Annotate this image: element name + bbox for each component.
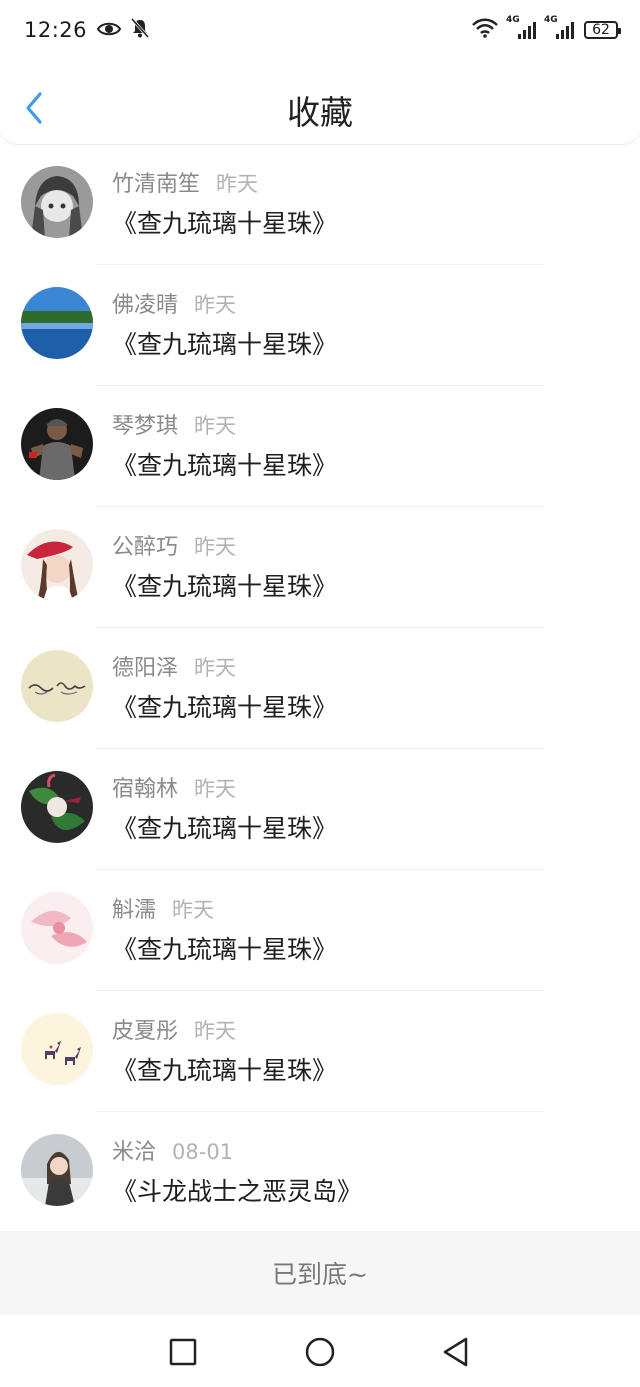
status-bar: 12:26 4G 4G 62 (0, 0, 640, 60)
list-item[interactable]: 德阳泽 昨天 《查九琉璃十星珠》 (0, 628, 640, 749)
book-title: 《查九琉璃十星珠》 (112, 572, 338, 601)
timestamp: 昨天 (194, 1019, 237, 1043)
book-title: 《查九琉璃十星珠》 (112, 330, 338, 359)
list-item[interactable]: 皮夏彤 昨天 《查九琉璃十星珠》 (0, 991, 640, 1112)
mute-bell-icon (130, 17, 150, 43)
battery-level: 62 (592, 22, 610, 38)
avatar[interactable] (21, 1013, 93, 1085)
author-name: 宿翰林 (112, 777, 179, 802)
list-item[interactable]: 宿翰林 昨天 《查九琉璃十星珠》 (0, 749, 640, 870)
timestamp: 昨天 (194, 777, 237, 801)
cell-signal-icon-2: 4G (544, 15, 574, 39)
page-title: 收藏 (287, 93, 353, 132)
square-icon (169, 1338, 197, 1366)
list-item[interactable]: 佛凌晴 昨天 《查九琉璃十星珠》 (0, 265, 640, 386)
author-name: 公醉巧 (112, 535, 179, 560)
book-title: 《查九琉璃十星珠》 (112, 693, 338, 722)
battery-icon: 62 (584, 21, 621, 39)
avatar[interactable] (21, 650, 93, 722)
eye-icon (96, 18, 122, 42)
avatar[interactable] (21, 771, 93, 843)
triangle-back-icon (443, 1337, 468, 1367)
app-header: 收藏 (0, 60, 640, 145)
timestamp: 昨天 (172, 898, 215, 922)
list-item[interactable]: 米洽 08-01 《斗龙战士之恶灵岛》 (0, 1112, 640, 1233)
book-title: 《查九琉璃十星珠》 (112, 1056, 338, 1085)
list-item[interactable]: 竹清南笙 昨天 《查九琉璃十星珠》 (0, 144, 640, 265)
avatar[interactable] (21, 166, 93, 238)
author-name: 佛凌晴 (112, 293, 179, 318)
end-of-list-notice: 已到底~ (0, 1231, 640, 1315)
timestamp: 昨天 (194, 414, 237, 438)
timestamp: 08-01 (172, 1140, 234, 1164)
book-title: 《查九琉璃十星珠》 (112, 209, 338, 238)
book-title: 《查九琉璃十星珠》 (112, 451, 338, 480)
book-title: 《查九琉璃十星珠》 (112, 935, 338, 964)
status-time: 12:26 (24, 18, 88, 42)
list-item[interactable]: 公醉巧 昨天 《查九琉璃十星珠》 (0, 507, 640, 628)
avatar[interactable] (21, 892, 93, 964)
book-title: 《斗龙战士之恶灵岛》 (112, 1177, 363, 1206)
list-item[interactable]: 斛濡 昨天 《查九琉璃十星珠》 (0, 870, 640, 991)
recents-button[interactable] (166, 1335, 200, 1369)
author-name: 竹清南笙 (112, 172, 201, 197)
avatar[interactable] (21, 287, 93, 359)
author-name: 米洽 (112, 1140, 157, 1165)
author-name: 斛濡 (112, 898, 157, 923)
cell-signal-icon: 4G (506, 15, 536, 39)
timestamp: 昨天 (194, 535, 237, 559)
avatar[interactable] (21, 408, 93, 480)
back-nav-button[interactable] (440, 1335, 474, 1369)
wifi-icon (472, 18, 498, 43)
author-name: 德阳泽 (112, 656, 179, 681)
avatar[interactable] (21, 1134, 93, 1206)
book-title: 《查九琉璃十星珠》 (112, 814, 338, 843)
timestamp: 昨天 (194, 293, 237, 317)
circle-icon (305, 1337, 335, 1367)
timestamp: 昨天 (216, 172, 259, 196)
list-item[interactable]: 琴梦琪 昨天 《查九琉璃十星珠》 (0, 386, 640, 507)
author-name: 皮夏彤 (112, 1019, 179, 1044)
favorites-list: 竹清南笙 昨天 《查九琉璃十星珠》 佛凌晴 昨天 《查九琉璃十星珠》 琴梦琪 昨… (0, 144, 640, 1233)
system-nav-bar (0, 1315, 640, 1387)
author-name: 琴梦琪 (112, 414, 179, 439)
home-button[interactable] (303, 1335, 337, 1369)
timestamp: 昨天 (194, 656, 237, 680)
avatar[interactable] (21, 529, 93, 601)
